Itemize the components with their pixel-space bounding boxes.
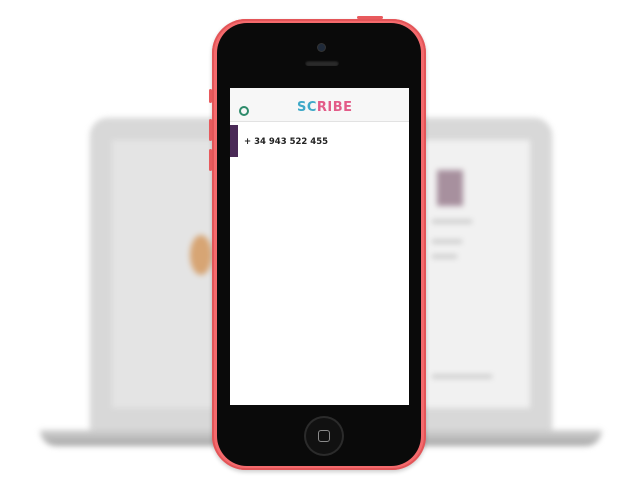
laptop-text-line <box>432 255 457 258</box>
logo-part-blue: SC <box>297 100 317 115</box>
volume-down-button <box>209 149 212 171</box>
laptop-text-line <box>432 220 472 223</box>
laptop-profile-photo <box>437 170 463 206</box>
logo-part-pink: RIBE <box>316 100 353 115</box>
side-drawer-tab[interactable] <box>230 125 238 157</box>
laptop-text-line <box>432 240 462 243</box>
laptop-text-line <box>432 375 492 378</box>
mockup-stage: SCRIBE + 34 943 522 455 <box>0 0 640 489</box>
circle-menu-icon[interactable] <box>239 106 249 116</box>
app-logo[interactable]: SCRIBE <box>297 100 353 115</box>
power-button <box>357 16 383 19</box>
laptop-image-blob <box>190 235 212 275</box>
volume-up-button <box>209 119 212 141</box>
app-header: SCRIBE <box>230 88 409 122</box>
contact-phone-number[interactable]: + 34 943 522 455 <box>244 137 328 147</box>
mute-switch <box>209 89 212 103</box>
home-button[interactable] <box>306 418 342 454</box>
speaker-icon <box>305 60 339 66</box>
home-button-icon <box>318 430 330 442</box>
phone-screen: SCRIBE + 34 943 522 455 <box>230 88 409 405</box>
camera-icon <box>318 44 325 51</box>
